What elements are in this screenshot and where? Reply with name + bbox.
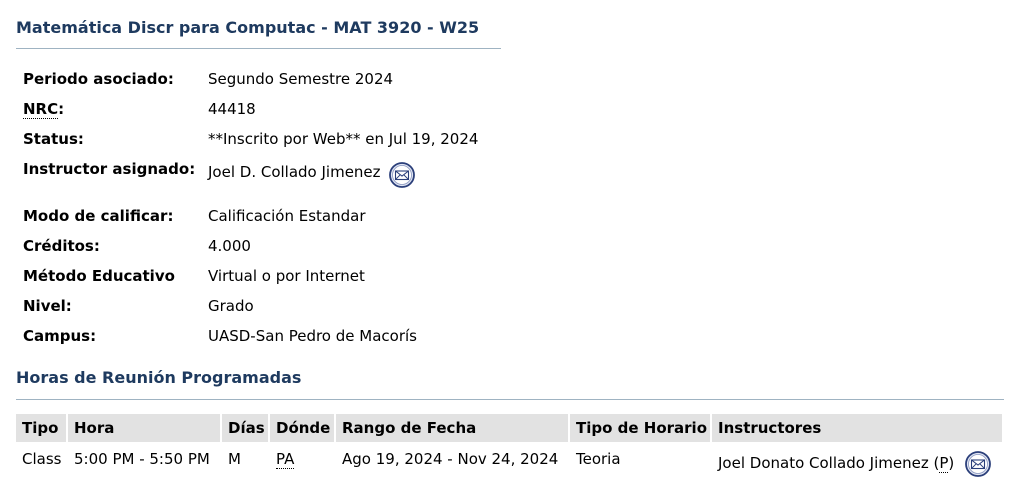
cell-dias: M [228, 450, 241, 468]
email-envelope-icon[interactable] [389, 162, 415, 188]
nrc-colon: : [58, 100, 65, 118]
cell-instructor: Joel Donato Collado Jimenez (P) [718, 452, 954, 474]
instructor-name: Joel Donato Collado Jimenez ( [718, 454, 940, 472]
cell-tipo: Class [22, 450, 62, 468]
method-label: Método Educativo [23, 267, 175, 285]
cell-rango-fecha: Ago 19, 2024 - Nov 24, 2024 [342, 450, 559, 468]
cell-tipo-horario: Teoria [576, 450, 621, 468]
nrc-abbreviation: NRC [23, 100, 59, 119]
nrc-label: NRC: [23, 99, 64, 119]
header-tipo-horario: Tipo de Horario [570, 414, 712, 442]
campus-label: Campus: [23, 327, 97, 345]
meeting-table-header: Tipo Hora Días Dónde Rango de Fecha Tipo… [16, 414, 1002, 442]
course-title: Matemática Discr para Computac - MAT 392… [16, 18, 480, 37]
header-rango-fecha: Rango de Fecha [336, 414, 570, 442]
instructor-value: Joel D. Collado Jimenez [208, 163, 381, 181]
method-value: Virtual o por Internet [208, 267, 365, 285]
header-hora: Hora [68, 414, 222, 442]
nrc-value: 44418 [208, 100, 256, 118]
credits-label: Créditos: [23, 237, 100, 255]
title-divider [16, 48, 501, 49]
meeting-times-title: Horas de Reunión Programadas [16, 368, 302, 387]
cell-donde: PA [276, 448, 295, 470]
campus-value: UASD-San Pedro de Macorís [208, 327, 417, 345]
section-divider [16, 399, 1004, 400]
credits-value: 4.000 [208, 237, 251, 255]
level-label: Nivel: [23, 297, 72, 315]
grade-mode-value: Calificación Estandar [208, 207, 366, 225]
grade-mode-label: Modo de calificar: [23, 207, 174, 225]
instructor-close-paren: ) [948, 454, 955, 472]
status-value: **Inscrito por Web** en Jul 19, 2024 [208, 130, 479, 148]
email-envelope-icon[interactable] [965, 451, 991, 477]
header-tipo: Tipo [16, 414, 68, 442]
header-donde: Dónde [270, 414, 336, 442]
header-instructores: Instructores [718, 419, 822, 437]
status-label: Status: [23, 130, 84, 148]
header-dias: Días [222, 414, 270, 442]
period-label: Periodo asociado: [23, 70, 174, 88]
instructor-label: Instructor asignado: [23, 160, 196, 178]
period-value: Segundo Semestre 2024 [208, 70, 394, 88]
level-value: Grado [208, 297, 254, 315]
donde-abbreviation: PA [276, 450, 295, 469]
cell-hora: 5:00 PM - 5:50 PM [74, 450, 210, 468]
